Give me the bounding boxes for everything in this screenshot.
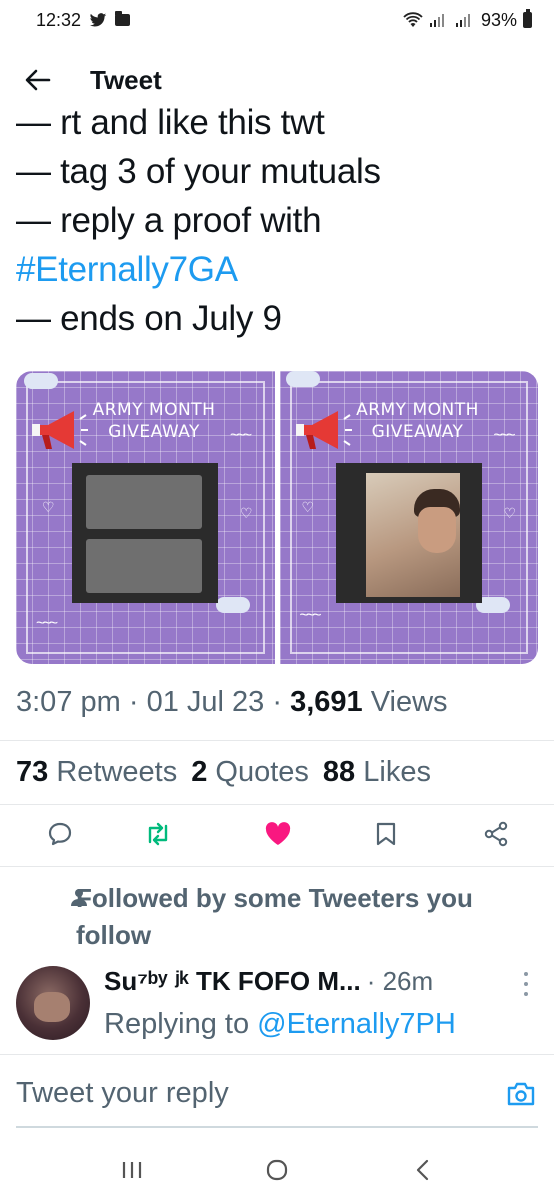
camera-icon[interactable] <box>506 1081 536 1107</box>
megaphone-icon-2 <box>295 411 352 449</box>
tweet-line: — tag 3 of your mutuals <box>16 152 381 191</box>
reply-icon <box>48 822 72 846</box>
quotes-stat[interactable]: 2 Quotes <box>191 756 309 789</box>
system-nav-bar <box>0 1140 554 1200</box>
share-icon <box>484 821 508 847</box>
tweet-line: — rt and like this twt <box>16 103 325 142</box>
status-time: 12:32 <box>36 9 82 30</box>
battery-percent: 93% <box>480 9 517 30</box>
retweet-button[interactable] <box>136 812 180 856</box>
reply-header: Su⁷ᵇʸ ʲᵏ TK FOFO M... · 26m <box>104 966 433 997</box>
recents-icon <box>123 1162 142 1178</box>
home-icon <box>266 1159 288 1181</box>
giveaway-title-2: ARMY MONTH GIVEAWAY <box>356 400 479 442</box>
chevron-left-icon <box>416 1159 428 1181</box>
divider <box>0 740 554 741</box>
replying-to: Replying to @Eternally7PH <box>104 1008 456 1040</box>
heart-icon <box>265 822 291 845</box>
social-context: Followed by some Tweeters you follow <box>76 883 473 950</box>
likes-stat[interactable]: 88 Likes <box>323 756 431 789</box>
megaphone-icon <box>32 411 88 449</box>
system-back-button[interactable] <box>392 1145 452 1195</box>
retweet-icon <box>148 822 168 846</box>
status-bar: 12:32 93% <box>0 0 554 40</box>
album-photo <box>72 463 219 603</box>
more-options-icon[interactable] <box>522 972 530 996</box>
home-button[interactable] <box>247 1145 307 1195</box>
folder-icon <box>115 11 131 26</box>
reply-composer <box>0 1054 554 1128</box>
hashtag-line: #Eternally7GA <box>16 245 546 294</box>
tweet-line: — reply a proof with <box>16 201 322 240</box>
retweets-stat[interactable]: 73 Retweets <box>16 756 177 789</box>
like-button[interactable] <box>256 812 300 856</box>
back-arrow-icon <box>25 69 51 91</box>
recents-button[interactable] <box>102 1145 162 1195</box>
tweet-stats: 73 Retweets 2 Quotes 88 Likes <box>16 756 431 789</box>
composer-underline <box>16 1126 538 1128</box>
tweet-media: ARMY MONTH GIVEAWAY ~~~ ~~~ ♡ ♡ ARMY MONT… <box>16 371 538 664</box>
hashtag-link[interactable]: #Eternally7GA <box>16 250 238 289</box>
mention-link[interactable]: @Eternally7PH <box>257 1008 456 1040</box>
giveaway-title: ARMY MONTH GIVEAWAY <box>92 400 216 442</box>
reply-input[interactable] <box>16 1077 476 1110</box>
wifi-icon <box>403 12 423 27</box>
reply-author-name[interactable]: Su⁷ᵇʸ ʲᵏ TK FOFO M... <box>104 966 361 997</box>
media-image-1[interactable]: ARMY MONTH GIVEAWAY ~~~ ~~~ ♡ ♡ <box>16 371 275 664</box>
action-bar <box>0 812 554 860</box>
tweet-timestamp: 3:07 pm · 01 Jul 23 · 3,691 Views <box>16 686 448 718</box>
views-count: 3,691 <box>290 686 363 718</box>
photocard-photo <box>335 463 482 603</box>
avatar[interactable] <box>16 966 90 1040</box>
signal-icon <box>429 14 444 27</box>
bookmark-button[interactable] <box>364 812 408 856</box>
battery-icon <box>523 9 532 28</box>
reply-time: · 26m <box>366 966 434 996</box>
page-title: Tweet <box>90 64 162 95</box>
signal-icon-2 <box>455 14 470 27</box>
tweet-text: — rt and like this twt — tag 3 of your m… <box>16 98 546 343</box>
reply-button[interactable] <box>38 812 82 856</box>
tweet-line: — ends on July 9 <box>16 299 282 338</box>
media-image-2[interactable]: ARMY MONTH GIVEAWAY ~~~ ~~~ ♡ ♡ <box>279 371 538 664</box>
divider <box>0 866 554 867</box>
bookmark-icon <box>376 822 396 846</box>
twitter-bird-icon <box>89 12 107 27</box>
divider <box>0 804 554 805</box>
share-button[interactable] <box>474 812 518 856</box>
